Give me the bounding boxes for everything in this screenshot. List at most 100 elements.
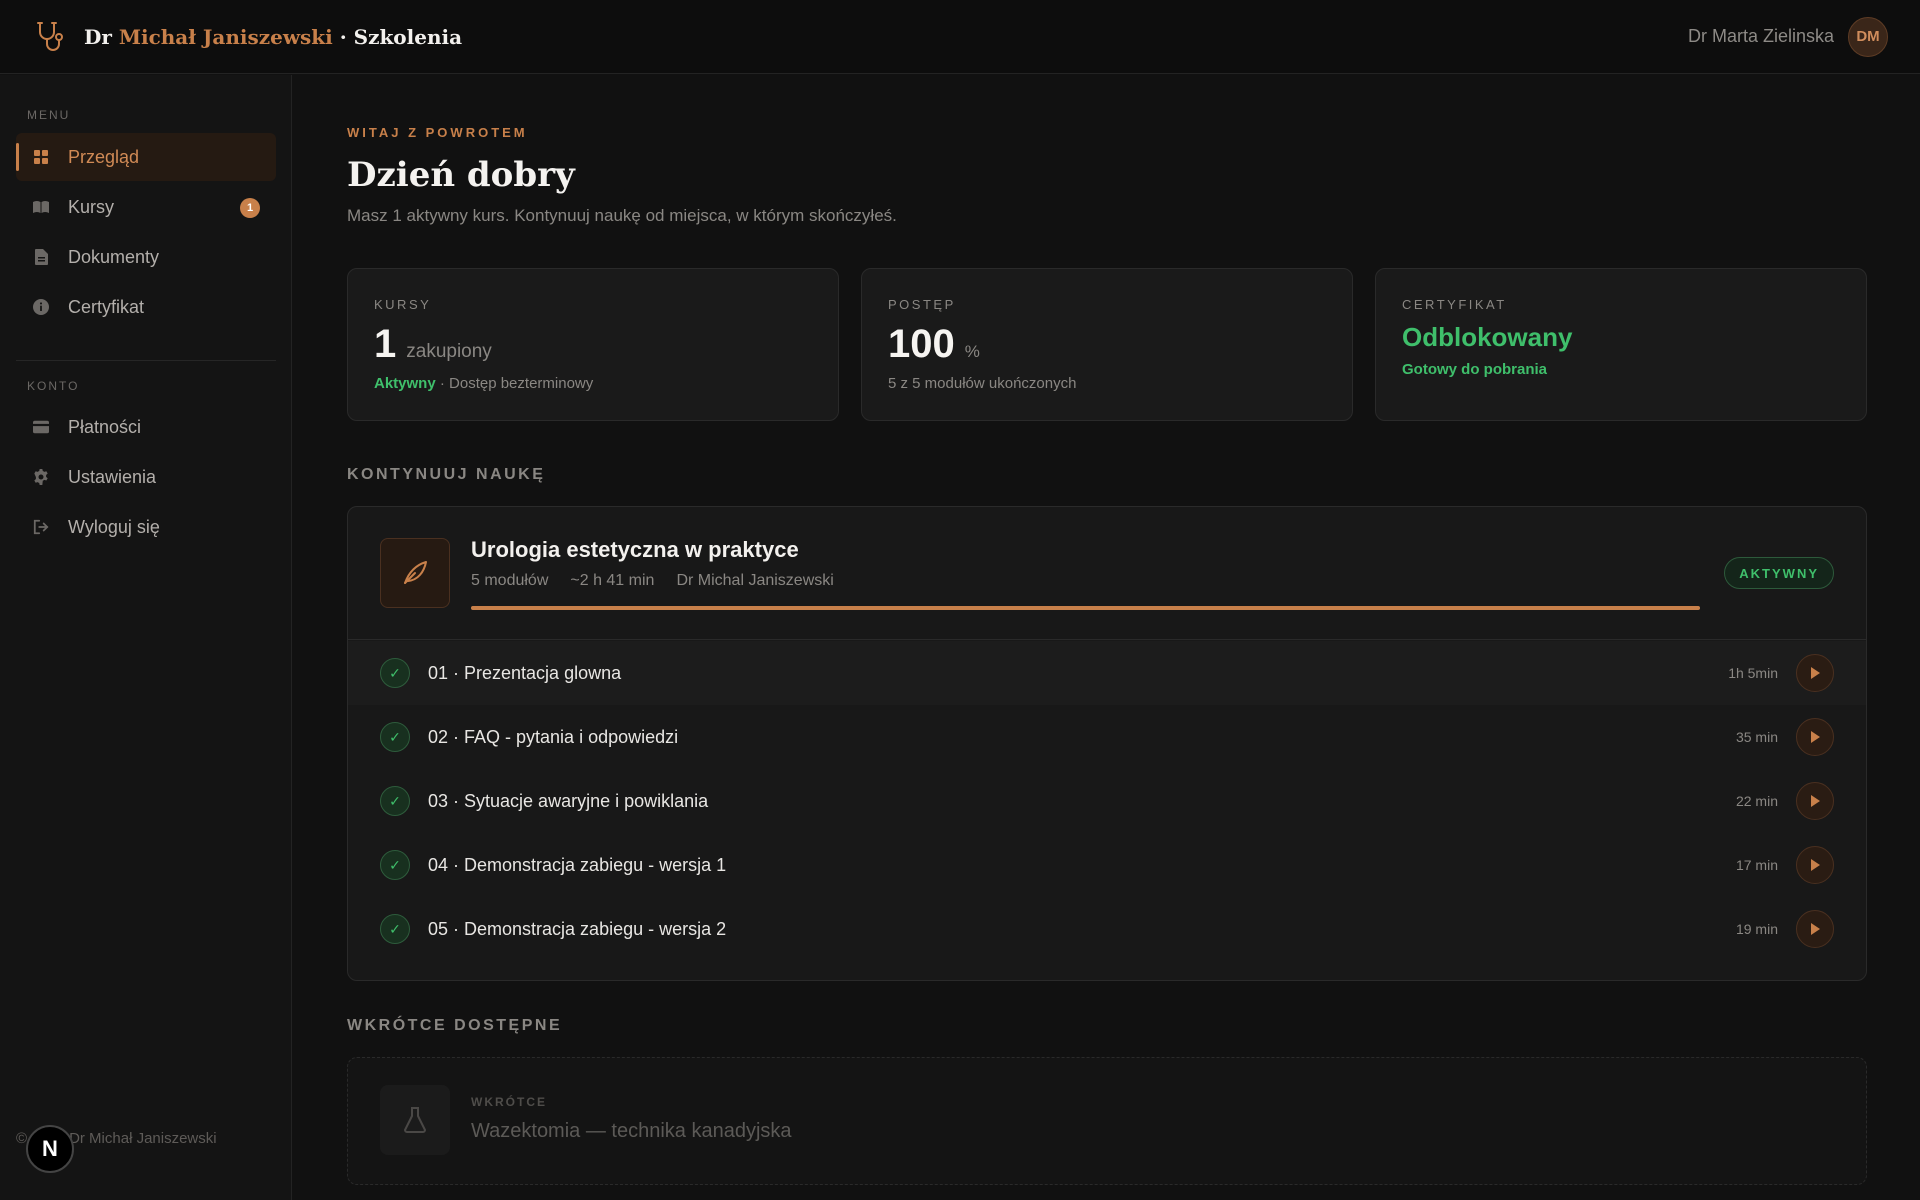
lesson-duration: 22 min — [1735, 793, 1778, 809]
sidebar-item-label: Przegląd — [68, 146, 140, 167]
sidebar-item-label: Płatności — [68, 416, 142, 437]
menu-section-label: MENU — [27, 108, 71, 122]
course-meta: 5 modułów ~2 h 41 min Dr Michal Janiszew… — [471, 572, 834, 590]
stat-detail: 5 z 5 modułów ukończonych — [888, 375, 1077, 392]
lesson-row[interactable]: ✓ 01 · Prezentacja glowna 1h 5min — [348, 641, 1866, 705]
account-section-label: KONTO — [27, 379, 80, 393]
certificate-status: Odblokowany — [1402, 322, 1573, 352]
sidebar-item-przeglad[interactable]: Przegląd — [16, 133, 276, 181]
play-button[interactable] — [1796, 718, 1834, 756]
top-bar: Dr Michał Janiszewski · Szkolenia Dr Mar… — [0, 0, 1920, 74]
stat-value: 100 — [888, 322, 955, 366]
stat-detail: · Dostęp bezterminowy — [435, 375, 594, 392]
lesson-duration: 17 min — [1735, 857, 1778, 873]
lesson-title: 03 · Sytuacje awaryjne i powiklania — [428, 790, 709, 811]
stat-label: POSTĘP — [888, 297, 956, 312]
lesson-duration: 35 min — [1735, 729, 1778, 745]
course-duration: ~2 h 41 min — [570, 572, 655, 589]
course-author: Dr Michal Janiszewski — [676, 572, 834, 589]
check-icon: ✓ — [380, 914, 410, 944]
lesson-title: 01 · Prezentacja glowna — [428, 662, 622, 683]
sidebar-item-certyfikat[interactable]: Certyfikat — [16, 283, 276, 331]
page-title: Dzień dobry — [347, 155, 575, 195]
sidebar-item-label: Wyloguj się — [68, 516, 160, 537]
sidebar-item-kursy[interactable]: Kursy 1 — [16, 183, 276, 231]
course-title: Urologia estetyczna w praktyce — [471, 537, 799, 562]
sidebar-item-label: Certyfikat — [68, 296, 145, 317]
course-progress-fill — [471, 606, 1700, 610]
stat-unit: % — [964, 342, 980, 361]
play-icon — [1811, 859, 1820, 871]
course-modules: 5 modułów — [471, 572, 549, 589]
lesson-title: 02 · FAQ - pytania i odpowiedzi — [428, 726, 679, 747]
document-icon — [33, 249, 49, 265]
lesson-row[interactable]: ✓ 03 · Sytuacje awaryjne i powiklania 22… — [348, 769, 1866, 833]
soon-section-title: WKRÓTCE DOSTĘPNE — [347, 1017, 563, 1034]
course-header[interactable]: Urologia estetyczna w praktyce 5 modułów… — [348, 507, 1866, 640]
brand[interactable]: Dr Michał Janiszewski · Szkolenia — [32, 18, 462, 56]
course-progress-bar — [471, 606, 1700, 610]
logout-icon — [33, 519, 49, 535]
flask-icon — [380, 1085, 450, 1155]
play-icon — [1811, 923, 1820, 935]
check-icon: ✓ — [380, 786, 410, 816]
stat-card-progress: POSTĘP 100 % 5 z 5 modułów ukończonych — [861, 268, 1353, 421]
footer-author: Dr Michał Janiszewski — [69, 1130, 217, 1147]
page-subtitle: Masz 1 aktywny kurs. Kontynuuj naukę od … — [347, 206, 897, 225]
course-card: Urologia estetyczna w praktyce 5 modułów… — [347, 506, 1867, 981]
stat-label: CERTYFIKAT — [1402, 297, 1507, 312]
welcome-eyebrow: WITAJ Z POWROTEM — [347, 125, 528, 140]
stat-card-courses: KURSY 1 zakupiony Aktywny · Dostęp bezte… — [347, 268, 839, 421]
next-logo-badge[interactable]: N — [26, 1125, 74, 1173]
avatar[interactable]: DM — [1848, 16, 1888, 57]
sidebar: MENU Przegląd Kursy 1 Dokumenty Certyfik… — [0, 75, 292, 1200]
continue-section-title: KONTYNUUJ NAUKĘ — [347, 466, 546, 483]
sidebar-divider — [16, 360, 276, 361]
brand-title: Dr Michał Janiszewski · Szkolenia — [84, 24, 463, 49]
book-icon — [33, 199, 49, 215]
user-menu[interactable]: Dr Marta Zielinska DM — [1687, 16, 1888, 57]
upcoming-course-title: Wazektomia — technika kanadyjska — [471, 1120, 792, 1142]
sidebar-item-label: Kursy — [68, 196, 115, 217]
upcoming-course-card: WKRÓTCE Wazektomia — technika kanadyjska — [347, 1057, 1867, 1185]
sidebar-item-platnosci[interactable]: Płatności — [16, 403, 276, 451]
play-button[interactable] — [1796, 654, 1834, 692]
status-badge: AKTYWNY — [1724, 557, 1834, 589]
certificate-detail: Gotowy do pobrania — [1402, 361, 1547, 378]
sidebar-item-ustawienia[interactable]: Ustawienia — [16, 453, 276, 501]
info-icon — [33, 299, 49, 315]
stat-unit: zakupiony — [406, 341, 492, 362]
upcoming-tag: WKRÓTCE — [471, 1095, 547, 1109]
check-icon: ✓ — [380, 722, 410, 752]
leaf-icon — [380, 538, 450, 608]
play-button[interactable] — [1796, 782, 1834, 820]
sidebar-item-label: Dokumenty — [68, 246, 160, 267]
grid-icon — [33, 149, 49, 165]
lesson-row[interactable]: ✓ 04 · Demonstracja zabiegu - wersja 1 1… — [348, 833, 1866, 897]
lesson-row[interactable]: ✓ 02 · FAQ - pytania i odpowiedzi 35 min — [348, 705, 1866, 769]
stat-card-certificate[interactable]: CERTYFIKAT Odblokowany Gotowy do pobrani… — [1375, 268, 1867, 421]
gear-icon — [33, 469, 49, 485]
lesson-title: 05 · Demonstracja zabiegu - wersja 2 — [428, 918, 727, 939]
status-text: Aktywny — [374, 375, 436, 392]
play-icon — [1811, 667, 1820, 679]
user-name: Dr Marta Zielinska — [1687, 26, 1834, 46]
play-button[interactable] — [1796, 846, 1834, 884]
credit-card-icon — [33, 419, 49, 435]
play-icon — [1811, 795, 1820, 807]
sidebar-item-logout[interactable]: Wyloguj się — [16, 503, 276, 551]
check-icon: ✓ — [380, 658, 410, 688]
lesson-duration: 19 min — [1735, 921, 1778, 937]
play-button[interactable] — [1796, 910, 1834, 948]
lesson-title: 04 · Demonstracja zabiegu - wersja 1 — [428, 854, 727, 875]
stat-value: 1 — [374, 322, 397, 366]
lesson-duration: 1h 5min — [1728, 665, 1778, 681]
check-icon: ✓ — [380, 850, 410, 880]
stat-label: KURSY — [374, 297, 432, 312]
courses-count-badge: 1 — [240, 198, 260, 218]
sidebar-item-label: Ustawienia — [68, 466, 157, 487]
sidebar-item-dokumenty[interactable]: Dokumenty — [16, 233, 276, 281]
lesson-row[interactable]: ✓ 05 · Demonstracja zabiegu - wersja 2 1… — [348, 897, 1866, 961]
stethoscope-icon — [32, 18, 70, 56]
play-icon — [1811, 731, 1820, 743]
